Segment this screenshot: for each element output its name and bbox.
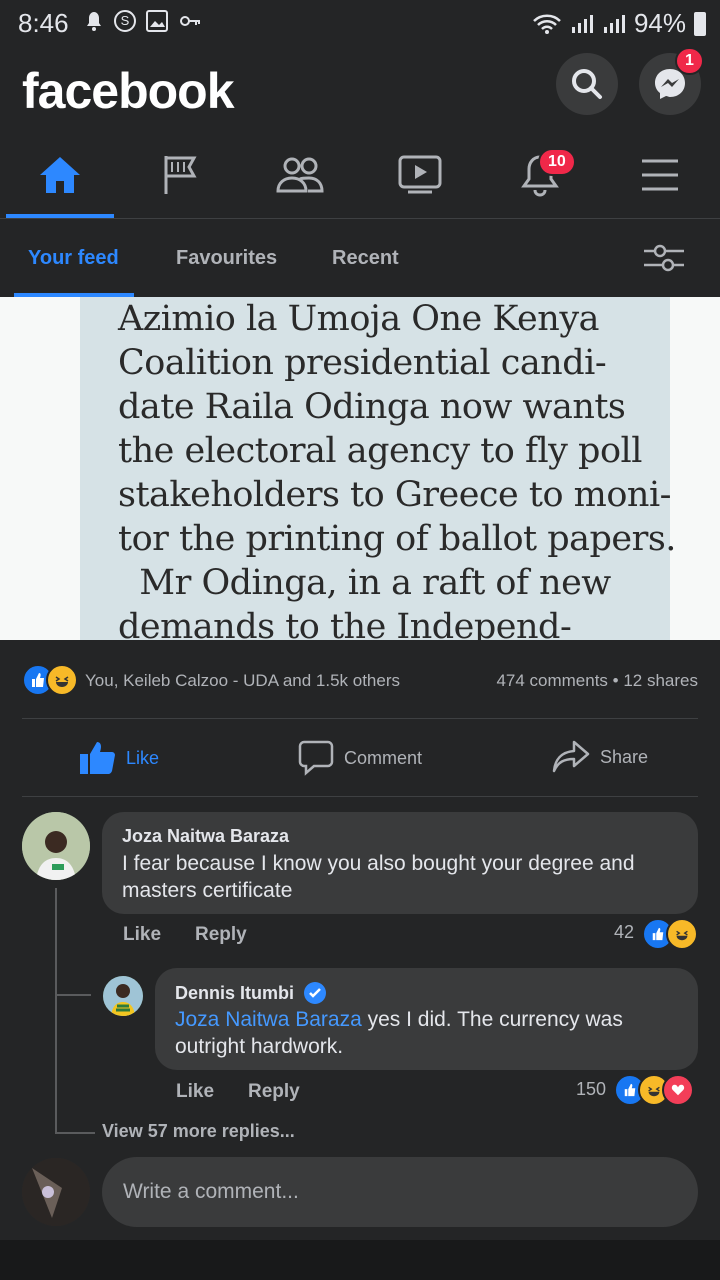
menu-icon xyxy=(642,159,678,191)
home-icon xyxy=(40,157,80,193)
mention-link[interactable]: Joza Naitwa Baraza xyxy=(175,1008,362,1031)
reply-like-button[interactable]: Like xyxy=(176,1081,214,1103)
share-icon xyxy=(552,740,590,773)
haha-reaction-icon xyxy=(46,664,78,696)
comments-section: Joza Naitwa Baraza I fear because I know… xyxy=(0,800,720,1240)
share-label: Share xyxy=(600,746,649,767)
comment-bubble[interactable]: Joza Naitwa Baraza I fear because I know… xyxy=(102,812,698,914)
tab-recent[interactable]: Recent xyxy=(332,247,399,270)
love-reaction-icon xyxy=(662,1074,694,1106)
like-button[interactable]: Like xyxy=(78,740,159,776)
write-comment-placeholder: Write a comment... xyxy=(123,1180,299,1203)
comment-author[interactable]: Joza Naitwa Baraza xyxy=(122,826,289,847)
view-more-replies-link[interactable]: View 57 more replies... xyxy=(102,1121,295,1142)
write-comment-input[interactable]: Write a comment... xyxy=(102,1157,698,1227)
skype-icon: S xyxy=(114,10,136,32)
comment-reaction-icons[interactable] xyxy=(642,918,698,950)
comment-reply-button[interactable]: Reply xyxy=(195,924,247,946)
reply-reply-button[interactable]: Reply xyxy=(248,1081,300,1103)
nav-groups[interactable] xyxy=(240,132,360,218)
watch-icon xyxy=(398,155,442,194)
post-footer: You, Keileb Calzoo - UDA and 1.5k others… xyxy=(0,640,720,800)
search-button[interactable] xyxy=(556,53,618,115)
notifications-badge: 10 xyxy=(538,148,576,176)
divider xyxy=(22,718,698,719)
comment-icon xyxy=(298,740,334,776)
nav-active-indicator xyxy=(6,214,114,218)
status-notification-icons: S xyxy=(84,10,202,32)
signal-icon xyxy=(571,14,593,33)
search-icon xyxy=(572,69,602,99)
main-nav: 10 xyxy=(0,132,720,219)
pages-flag-icon xyxy=(164,156,197,194)
wifi-icon xyxy=(533,14,561,34)
tab-favourites[interactable]: Favourites xyxy=(176,247,277,270)
share-button[interactable]: Share xyxy=(552,740,648,774)
reply-author-row: Dennis Itumbi xyxy=(175,982,327,1004)
post-image-text: Azimio la Umoja One Kenya Coalition pres… xyxy=(118,299,676,640)
thread-line xyxy=(55,1132,95,1134)
groups-icon xyxy=(276,157,324,193)
reply-author[interactable]: Dennis Itumbi xyxy=(175,983,294,1004)
key-icon xyxy=(180,16,200,26)
nav-pages[interactable] xyxy=(120,132,240,218)
filter-icon[interactable] xyxy=(642,241,686,275)
comment-like-button[interactable]: Like xyxy=(123,924,161,946)
avatar[interactable] xyxy=(22,1158,90,1226)
reply-bubble[interactable]: Dennis Itumbi Joza Naitwa Baraza yes I d… xyxy=(155,968,698,1070)
image-icon xyxy=(146,10,168,32)
verified-badge-icon xyxy=(304,982,327,1004)
status-time: 8:46 xyxy=(18,8,69,38)
haha-reaction-icon xyxy=(666,918,698,950)
avatar[interactable] xyxy=(22,812,90,880)
comment-text: I fear because I know you also bought yo… xyxy=(122,852,635,902)
comments-shares-count[interactable]: 474 comments • 12 shares xyxy=(496,671,698,691)
post-image[interactable]: Azimio la Umoja One Kenya Coalition pres… xyxy=(0,297,720,640)
notification-icon xyxy=(87,12,101,31)
nav-menu[interactable] xyxy=(600,132,720,218)
comment-reaction-count[interactable]: 42 xyxy=(614,922,634,943)
reply-reaction-icons[interactable] xyxy=(614,1074,694,1106)
reactions-summary[interactable]: You, Keileb Calzoo - UDA and 1.5k others xyxy=(85,671,400,691)
signal-icon xyxy=(603,14,625,33)
battery-level: 94% xyxy=(633,8,686,38)
thread-line xyxy=(55,888,57,1134)
facebook-logo[interactable]: facebook xyxy=(22,62,235,120)
nav-notifications[interactable]: 10 xyxy=(480,132,600,218)
messenger-badge: 1 xyxy=(675,47,704,75)
status-right: 94% xyxy=(532,8,706,39)
status-bar: 8:46 S 94% xyxy=(0,0,720,44)
nav-home[interactable] xyxy=(0,132,120,218)
bottom-bar xyxy=(0,1240,720,1280)
battery-icon xyxy=(694,11,706,36)
post-reaction-icons[interactable] xyxy=(22,664,78,696)
reply-reaction-count[interactable]: 150 xyxy=(576,1079,606,1100)
reply-text: Joza Naitwa Baraza yes I did. The curren… xyxy=(175,1006,685,1060)
comment-label: Comment xyxy=(344,747,423,768)
messenger-button[interactable]: 1 xyxy=(639,47,704,115)
avatar[interactable] xyxy=(103,976,143,1016)
nav-watch[interactable] xyxy=(360,132,480,218)
divider xyxy=(22,796,698,797)
feed-tabs: Your feed Favourites Recent xyxy=(0,219,720,297)
thumbs-up-icon xyxy=(80,742,115,774)
tab-your-feed[interactable]: Your feed xyxy=(28,247,119,270)
thread-line xyxy=(55,994,91,996)
app-header: facebook 1 xyxy=(0,44,720,132)
like-label: Like xyxy=(126,747,160,768)
comment-button[interactable]: Comment xyxy=(298,740,422,776)
